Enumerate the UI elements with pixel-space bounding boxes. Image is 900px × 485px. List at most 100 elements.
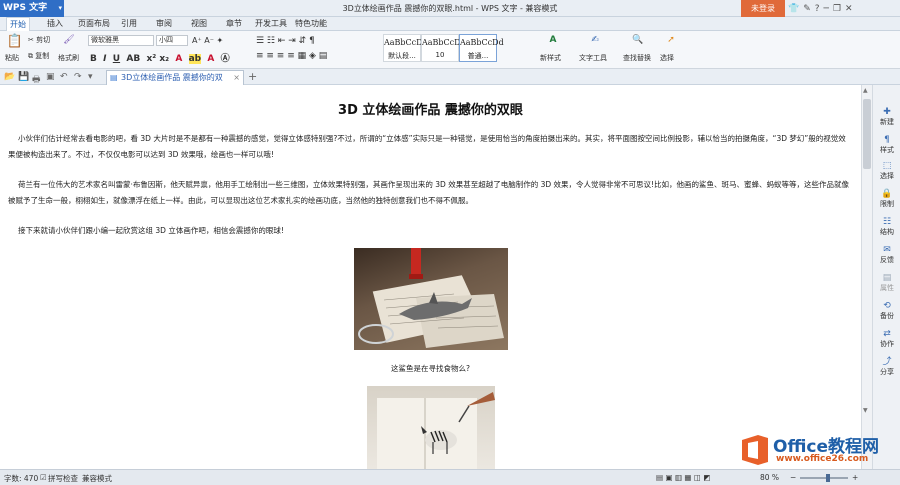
folder-icon[interactable]: 📂 [4, 72, 15, 82]
select-label[interactable]: 选择 [660, 53, 674, 63]
document-page[interactable]: 3D 立体绘画作品 震撼你的双眼 小伙伴们估计经常去看电影的吧，看 3D 大片时… [0, 85, 861, 469]
save-icon[interactable]: 💾 [18, 72, 29, 82]
cut-button[interactable]: ✂ 剪切 [28, 35, 50, 45]
style-icon: ¶ [884, 135, 890, 145]
panel-new[interactable]: ✚ 新建 [873, 107, 900, 127]
tab-home[interactable]: 开始 [6, 17, 30, 31]
list-buttons[interactable]: ☰ ☷ ⇤ ⇥ ⇵ ¶ [256, 36, 315, 46]
tab-references[interactable]: 引用 [118, 17, 140, 31]
vertical-scrollbar[interactable]: ▲ ▼ [861, 85, 872, 469]
spell-check-status[interactable]: 拼写检查 [48, 473, 78, 484]
font-name-select[interactable]: 微软雅黑 [88, 35, 154, 46]
zoom-slider[interactable] [800, 474, 848, 482]
scissors-icon: ✂ [28, 36, 34, 44]
lock-icon: 🔒 [881, 189, 893, 199]
image-caption: 这鲨鱼是在寻找食物么? [391, 364, 470, 373]
panel-structure[interactable]: ☷ 结构 [873, 217, 900, 237]
ribbon: 📋 粘贴 ✂ 剪切 ⧉ 复制 🖌 格式刷 微软雅黑 小四 A⁺ A⁻ ✦ B I… [0, 31, 900, 69]
panel-label: 备份 [880, 312, 894, 320]
word-count[interactable]: 字数: 470 [4, 473, 38, 484]
tab-special[interactable]: 特色功能 [292, 17, 330, 31]
style-preview: AaBbCcDd [460, 38, 504, 47]
undo-icon[interactable]: ↶ [60, 72, 68, 82]
format-painter-label[interactable]: 格式刷 [58, 53, 79, 63]
spellcheck-icon[interactable]: ☑ [40, 473, 47, 482]
preview-icon[interactable]: ▣ [46, 72, 55, 82]
redo-icon[interactable]: ↷ [74, 72, 82, 82]
format-painter-icon[interactable]: 🖌 [62, 33, 76, 47]
shirt-icon[interactable]: 👕 [788, 4, 799, 14]
document-tab[interactable]: ▤ 3D立体绘画作品 震撼你的双眼.html × [106, 70, 244, 96]
find-replace-label[interactable]: 查找替换 [623, 53, 651, 63]
tab-insert[interactable]: 插入 [44, 17, 66, 31]
close-icon[interactable]: × [233, 71, 240, 85]
tab-review[interactable]: 审阅 [153, 17, 175, 31]
paragraph: 小伙伴们估计经常去看电影的吧，看 3D 大片时是不是都有一种震撼的感觉，觉得立体… [8, 134, 846, 159]
panel-styles[interactable]: ¶ 样式 [873, 135, 900, 155]
login-button[interactable]: 未登录 [741, 0, 785, 17]
feedback-icon: ✉ [883, 245, 891, 255]
font-grow-shrink[interactable]: A⁺ A⁻ ✦ [192, 36, 223, 45]
scroll-up-icon[interactable]: ▲ [863, 87, 868, 94]
text-tools-icon[interactable]: ✍ [588, 33, 602, 47]
font-format-buttons[interactable]: B I U AB x² x₂ A ab A Ⓐ [90, 51, 230, 64]
panel-select[interactable]: ⬚ 选择 [873, 161, 900, 181]
panel-restrict[interactable]: 🔒 限制 [873, 189, 900, 209]
compat-mode: 兼容模式 [82, 474, 112, 483]
zoom-level[interactable]: 80 % [760, 473, 779, 482]
close-icon[interactable]: ✕ [845, 4, 853, 14]
style-preview: AaBbCcDd [422, 38, 466, 47]
new-tab-icon[interactable]: + [248, 70, 257, 83]
style-10[interactable]: AaBbCcDd 10 [421, 34, 466, 62]
structure-icon: ☷ [882, 217, 892, 227]
share-icon: ⤴ [882, 357, 892, 367]
restore-icon[interactable]: ❐ [833, 4, 841, 14]
paragraph: 荷兰有一位伟大的艺术家名叫雷蒙·布鲁因斯，他天赋异禀，他用手工绘制出一些三维图，… [8, 180, 850, 205]
find-replace-icon[interactable]: 🔍 [631, 33, 645, 47]
copy-label: 复制 [35, 52, 50, 60]
paste-label[interactable]: 粘贴 [5, 53, 19, 63]
view-mode-buttons[interactable]: ▤ ▣ ▥ ▦ ◫ ◩ [656, 473, 710, 482]
help-icon[interactable]: ? [815, 4, 820, 14]
paste-icon[interactable]: 📋 [6, 33, 24, 49]
panel-feedback[interactable]: ✉ 反馈 [873, 245, 900, 265]
scroll-down-icon[interactable]: ▼ [863, 407, 868, 414]
more-icon[interactable]: ▾ [88, 72, 93, 82]
align-buttons[interactable]: ≡ ≡ ≡ ≡ ▦ ◈ ▤ [256, 51, 327, 61]
panel-label: 新建 [880, 118, 894, 126]
feedback-icon[interactable]: ✎ [803, 4, 811, 14]
paragraph: 接下来就请小伙伴们跟小编一起欣赏这组 3D 立体画作吧，相信会震撼你的眼球! [18, 226, 284, 235]
tab-developer[interactable]: 开发工具 [252, 17, 290, 31]
zoom-in-icon[interactable]: + [852, 473, 858, 482]
style-normal[interactable]: AaBbCcDd 普通... [459, 34, 504, 62]
tab-view[interactable]: 视图 [188, 17, 210, 31]
new-doc-icon: ✚ [883, 107, 891, 117]
minimize-icon[interactable]: ─ [824, 4, 829, 14]
panel-share[interactable]: ⤴ 分享 [873, 357, 900, 377]
style-name: 普通... [467, 52, 489, 60]
new-style-label[interactable]: 新样式 [540, 53, 561, 63]
copy-button[interactable]: ⧉ 复制 [28, 51, 49, 61]
cursor-icon[interactable]: ➚ [664, 33, 678, 47]
panel-properties[interactable]: ▤ 属性 [873, 273, 900, 293]
text-tools-label[interactable]: 文字工具 [579, 53, 607, 63]
panel-label: 样式 [880, 146, 894, 154]
copy-icon: ⧉ [28, 52, 33, 60]
panel-label: 属性 [880, 284, 894, 292]
backup-icon: ⟲ [883, 301, 891, 311]
properties-icon: ▤ [882, 273, 892, 283]
shark-drawing-image [354, 248, 508, 350]
style-preview: AaBbCcDd [384, 38, 428, 47]
style-default[interactable]: AaBbCcDd 默认段... [383, 34, 428, 62]
panel-label: 反馈 [880, 256, 894, 264]
tab-chapter[interactable]: 章节 [223, 17, 245, 31]
style-name: 默认段... [388, 52, 416, 60]
panel-collab[interactable]: ⇄ 协作 [873, 329, 900, 349]
zoom-knob[interactable] [826, 474, 830, 482]
zoom-out-icon[interactable]: − [790, 473, 796, 482]
scrollbar-thumb[interactable] [863, 99, 871, 169]
panel-backup[interactable]: ⟲ 备份 [873, 301, 900, 321]
new-style-icon[interactable]: A [546, 33, 560, 47]
font-size-select[interactable]: 小四 [156, 35, 188, 46]
tab-page-layout[interactable]: 页面布局 [75, 17, 113, 31]
